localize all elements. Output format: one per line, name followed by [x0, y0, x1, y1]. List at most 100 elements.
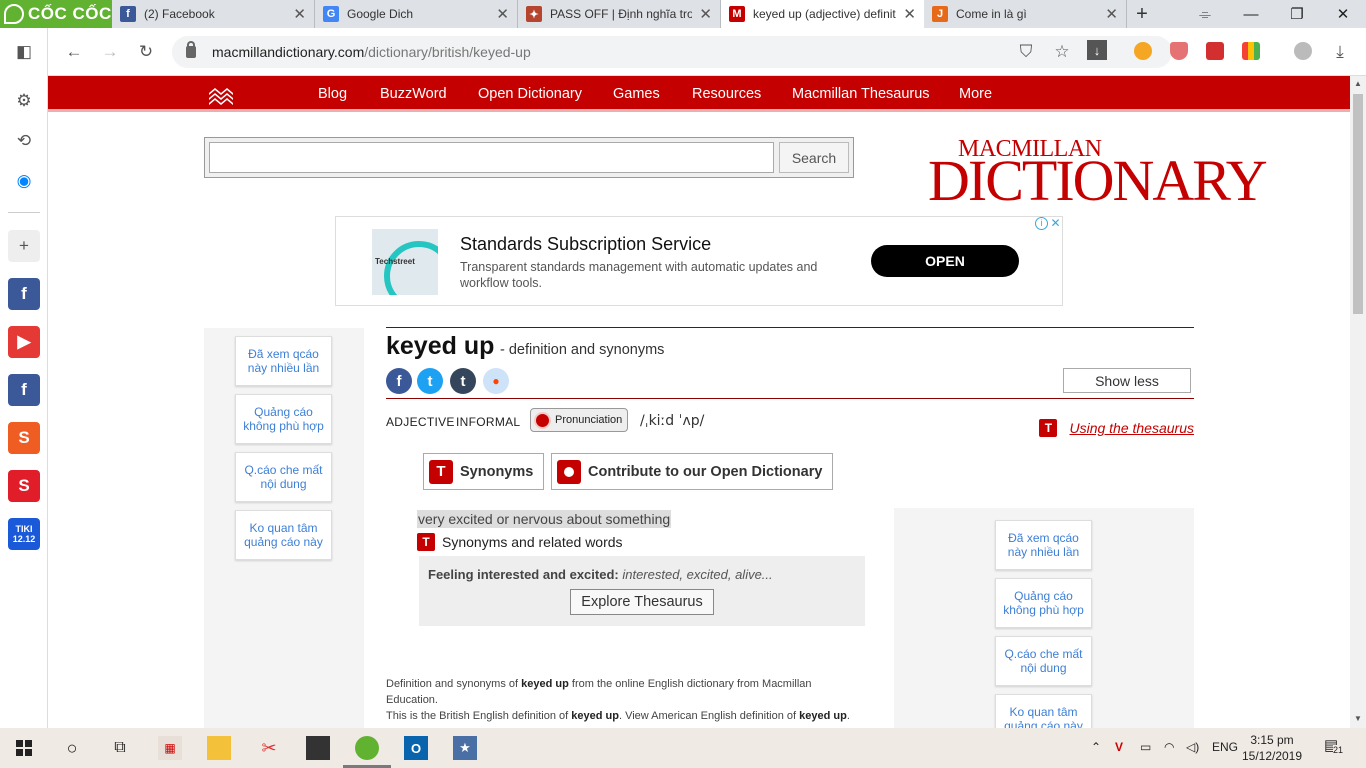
search-button[interactable]: Search	[779, 142, 849, 173]
macmillan-favicon-icon: M	[729, 6, 745, 22]
tab-google-dich[interactable]: G Google Dich ✕	[315, 0, 518, 28]
twitter-share-icon[interactable]: t	[417, 368, 443, 394]
cambridge-favicon-icon: ✦	[526, 6, 542, 22]
tray-chevron-icon[interactable]: ⌃	[1091, 740, 1101, 754]
part-of-speech: ADJECTIVE	[386, 415, 455, 429]
definition-text: very excited or nervous about something	[417, 510, 672, 528]
history-icon[interactable]: ⟲	[8, 125, 40, 157]
search-circle-icon[interactable]: ○	[60, 736, 84, 760]
ad-feedback-inappropriate[interactable]: Quảng cáo không phù hợp	[995, 578, 1092, 628]
facebook-app-icon[interactable]: f	[8, 278, 40, 310]
ad-info-icon[interactable]: i	[1035, 217, 1048, 230]
nav-more[interactable]: More	[959, 86, 992, 102]
tab-pass-off[interactable]: ✦ PASS OFF | Định nghĩa trong ✕	[518, 0, 721, 28]
ad-feedback-not-interested[interactable]: Ko quan tâm quảng cáo này	[995, 694, 1092, 728]
tab-come-in[interactable]: J Come in là gì ✕	[924, 0, 1127, 28]
battery-icon[interactable]: ▭	[1140, 740, 1151, 754]
messenger-icon[interactable]: ◉	[8, 165, 40, 197]
sticky-app-icon[interactable]	[306, 736, 330, 760]
nav-games[interactable]: Games	[613, 86, 660, 102]
scroll-up-icon[interactable]: ▲	[1354, 79, 1362, 88]
calendar-app-icon[interactable]: ▦	[158, 736, 182, 760]
shopee-app-icon[interactable]: S	[8, 422, 40, 454]
tab-close-icon[interactable]: ✕	[699, 5, 712, 23]
tab-close-icon[interactable]: ✕	[903, 5, 916, 23]
ad-feedback-not-interested[interactable]: Ko quan tâm quảng cáo này	[235, 510, 332, 560]
add-app-icon[interactable]: +	[8, 230, 40, 262]
profile-avatar[interactable]	[1294, 42, 1312, 60]
search-input[interactable]	[209, 142, 774, 173]
reddit-share-icon[interactable]: ●	[483, 368, 509, 394]
scroll-down-icon[interactable]: ▼	[1354, 714, 1362, 723]
nav-open-dictionary[interactable]: Open Dictionary	[478, 86, 582, 102]
tab-facebook[interactable]: f (2) Facebook ✕	[112, 0, 315, 28]
nav-blog[interactable]: Blog	[318, 86, 347, 102]
restore-button[interactable]: ❐	[1274, 0, 1320, 28]
extension-chrome-icon[interactable]	[1134, 42, 1152, 60]
ad-feedback-covers-content[interactable]: Q.cáo che mất nội dung	[235, 452, 332, 502]
youtube-app-icon[interactable]: ▶	[8, 326, 40, 358]
tab-close-icon[interactable]: ✕	[1105, 5, 1118, 23]
app-icon[interactable]: ★	[453, 736, 477, 760]
task-view-icon[interactable]: ⧉	[108, 736, 132, 760]
explore-thesaurus-button[interactable]: Explore Thesaurus	[570, 589, 714, 615]
ad-open-button[interactable]: OPEN	[871, 245, 1019, 277]
close-window-button[interactable]: ✕	[1320, 0, 1366, 28]
american-definition-link[interactable]: keyed up	[799, 710, 847, 722]
volume-icon[interactable]: ◁)	[1186, 740, 1199, 754]
contribute-label: Contribute to our Open Dictionary	[588, 463, 823, 480]
bookmark-star-icon[interactable]: ☆	[1050, 40, 1074, 64]
ad-close-icon[interactable]: ✕	[1049, 217, 1062, 230]
back-arrow-icon[interactable]: ←	[62, 40, 86, 64]
scroll-thumb[interactable]	[1353, 94, 1363, 314]
synonyms-button[interactable]: T Synonyms	[423, 453, 545, 490]
sendo-app-icon[interactable]: S	[8, 470, 40, 502]
ad-feedback-covers-content[interactable]: Q.cáo che mất nội dung	[995, 636, 1092, 686]
thesaurus-words[interactable]: interested, excited, alive...	[622, 567, 772, 582]
tab-close-icon[interactable]: ✕	[293, 5, 306, 23]
pronunciation-button[interactable]: Pronunciation	[530, 408, 628, 432]
nav-macmillan-thesaurus[interactable]: Macmillan Thesaurus	[792, 86, 930, 102]
tumblr-share-icon[interactable]: t	[450, 368, 476, 394]
macmillan-logo-icon[interactable]	[208, 85, 234, 105]
tab-keyed-up[interactable]: M keyed up (adjective) definiti ✕	[721, 0, 924, 28]
extension-shield-icon[interactable]	[1170, 42, 1188, 60]
browser-logo[interactable]: CỐC CỐC	[0, 0, 112, 28]
nav-resources[interactable]: Resources	[692, 86, 761, 102]
nav-buzzword[interactable]: BuzzWord	[380, 86, 447, 102]
snipping-tool-icon[interactable]: ✂	[257, 736, 281, 760]
tab-search-icon[interactable]: ⌯	[1182, 0, 1228, 28]
sidebar-toggle-icon[interactable]: ◧	[8, 36, 40, 68]
coccoc-taskbar-icon[interactable]	[343, 736, 391, 768]
contribute-button[interactable]: Contribute to our Open Dictionary	[551, 453, 834, 490]
reload-icon[interactable]: ↻	[134, 40, 158, 64]
tiki-app-icon[interactable]: TIKI 12.12	[8, 518, 40, 550]
notification-icon[interactable]: ▤ 21	[1324, 736, 1346, 756]
page-scrollbar[interactable]: ▲ ▼	[1350, 76, 1366, 728]
minimize-button[interactable]: —	[1228, 0, 1274, 28]
banner-ad[interactable]: Techstreet Standards Subscription Servic…	[335, 216, 1063, 306]
extension-red-icon[interactable]	[1206, 42, 1224, 60]
outlook-icon[interactable]: O	[404, 736, 428, 760]
show-less-button[interactable]: Show less	[1063, 368, 1191, 393]
tab-close-icon[interactable]: ✕	[496, 5, 509, 23]
file-explorer-icon[interactable]	[207, 736, 231, 760]
downloads-icon[interactable]: ⤓	[1328, 40, 1352, 64]
settings-gear-icon[interactable]: ⚙	[8, 85, 40, 117]
ad-feedback-inappropriate[interactable]: Quảng cáo không phù hợp	[235, 394, 332, 444]
forward-arrow-icon[interactable]: →	[98, 40, 122, 64]
ad-feedback-seen-too-often[interactable]: Đã xem qcáo này nhiều lần	[995, 520, 1092, 570]
download-savior-icon[interactable]: ↓	[1087, 40, 1107, 60]
extension-color-icon[interactable]	[1242, 42, 1260, 60]
footer-line-2: This is the British English definition o…	[386, 710, 850, 722]
facebook-app-icon-2[interactable]: f	[8, 374, 40, 406]
shield-icon[interactable]: ⛉	[1014, 40, 1038, 64]
windows-start-icon[interactable]	[16, 740, 32, 756]
wifi-icon[interactable]: ◠	[1164, 740, 1174, 754]
tray-v-icon[interactable]: V	[1115, 740, 1123, 754]
new-tab-button[interactable]: +	[1127, 0, 1157, 28]
clock[interactable]: 3:15 pm 15/12/2019	[1232, 732, 1312, 764]
ad-feedback-seen-too-often[interactable]: Đã xem qcáo này nhiều lần	[235, 336, 332, 386]
using-thesaurus-link[interactable]: T Using the thesaurus	[1039, 419, 1194, 437]
facebook-share-icon[interactable]: f	[386, 368, 412, 394]
